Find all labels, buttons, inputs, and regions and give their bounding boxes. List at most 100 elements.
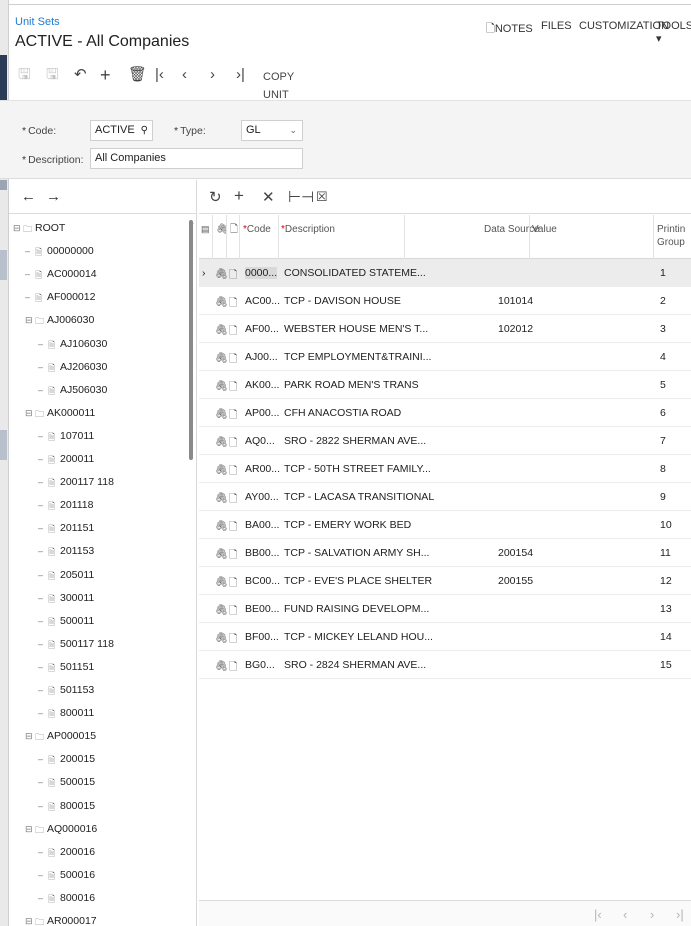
- printing-group-cell[interactable]: 8: [660, 463, 666, 475]
- attachment-icon[interactable]: 🖇: [215, 295, 228, 308]
- tree-node[interactable]: – 🗎 201153: [38, 543, 94, 559]
- attachment-icon[interactable]: 🖇: [215, 379, 228, 392]
- tree-node[interactable]: – 🗎 AJ106030: [38, 336, 107, 352]
- description-column-header[interactable]: *Description: [281, 223, 335, 236]
- attachment-icon[interactable]: 🖇: [215, 323, 228, 336]
- table-row[interactable]: › 🖇 🗋 0000... CONSOLIDATED STATEME... 1: [199, 259, 691, 287]
- code-cell[interactable]: BB00...: [245, 547, 279, 559]
- table-row[interactable]: 🖇 🗋 AF00... WEBSTER HOUSE MEN'S T... 102012 3: [199, 315, 691, 343]
- expand-toggle-icon[interactable]: ⊟: [25, 913, 35, 926]
- code-field[interactable]: ACTIVE ⚲: [90, 120, 153, 141]
- tree-node[interactable]: – 🗎 800015: [38, 798, 95, 814]
- description-cell[interactable]: SRO - 2824 SHERMAN AVE...: [284, 659, 426, 671]
- tree-node[interactable]: – 🗎 200117 118: [38, 474, 114, 490]
- attachment-icon[interactable]: 🖇: [215, 435, 228, 448]
- description-cell[interactable]: FUND RAISING DEVELOPM...: [284, 603, 429, 615]
- attachment-icon[interactable]: 🖇: [215, 407, 228, 420]
- description-cell[interactable]: TCP - LACASA TRANSITIONAL: [284, 491, 434, 503]
- attachment-icon[interactable]: 🖇: [215, 631, 228, 644]
- tree-node[interactable]: – 🗎 300011: [38, 590, 94, 606]
- description-cell[interactable]: CONSOLIDATED STATEME...: [284, 267, 426, 279]
- page-last-icon[interactable]: ›|: [676, 907, 684, 922]
- table-row[interactable]: 🖇 🗋 BG0... SRO - 2824 SHERMAN AVE... 15: [199, 651, 691, 679]
- table-row[interactable]: 🖇 🗋 AR00... TCP - 50TH STREET FAMILY... 8: [199, 455, 691, 483]
- tree-node[interactable]: – 🗎 205011: [38, 567, 94, 583]
- attachment-icon[interactable]: 🖇: [215, 463, 228, 476]
- tools-button[interactable]: TOOLS ▾: [656, 20, 691, 45]
- data-source-cell[interactable]: 200154: [498, 547, 533, 559]
- code-cell[interactable]: AF00...: [245, 323, 279, 335]
- code-cell[interactable]: AQ0...: [245, 435, 275, 447]
- printing-group-cell[interactable]: 11: [660, 547, 671, 559]
- description-cell[interactable]: WEBSTER HOUSE MEN'S T...: [284, 323, 428, 335]
- table-row[interactable]: 🖇 🗋 AK00... PARK ROAD MEN'S TRANS 5: [199, 371, 691, 399]
- delete-icon[interactable]: 🗑: [128, 66, 147, 84]
- code-cell[interactable]: AJ00...: [245, 351, 278, 363]
- printing-group-cell[interactable]: 9: [660, 491, 666, 503]
- page-next-icon[interactable]: ›: [650, 907, 654, 922]
- table-row[interactable]: 🖇 🗋 BE00... FUND RAISING DEVELOPM... 13: [199, 595, 691, 623]
- description-cell[interactable]: TCP - EVE'S PLACE SHELTER: [284, 575, 432, 587]
- tree-node[interactable]: ⊟ 🗀 AK000011: [25, 405, 95, 421]
- code-column-header[interactable]: *Code: [243, 223, 271, 236]
- table-row[interactable]: 🖇 🗋 AP00... CFH ANACOSTIA ROAD 6: [199, 399, 691, 427]
- tree-node[interactable]: – 🗎 AC000014: [25, 266, 97, 282]
- table-row[interactable]: 🖇 🗋 BA00... TCP - EMERY WORK BED 10: [199, 511, 691, 539]
- tree-node[interactable]: – 🗎 200015: [38, 751, 95, 767]
- note-icon[interactable]: 🗋: [229, 631, 237, 649]
- printing-group-cell[interactable]: 15: [660, 659, 672, 671]
- note-icon[interactable]: 🗋: [229, 435, 237, 453]
- next-icon[interactable]: ›: [210, 66, 215, 84]
- breadcrumb[interactable]: Unit Sets: [15, 16, 60, 28]
- tree-node[interactable]: – 🗎 AJ206030: [38, 359, 107, 375]
- tree-node[interactable]: ⊟ 🗀 AR000017: [25, 913, 97, 926]
- printing-group-cell[interactable]: 4: [660, 351, 666, 363]
- note-icon[interactable]: 🗋: [229, 659, 237, 677]
- printing-group-cell[interactable]: 10: [660, 519, 672, 531]
- notes-button[interactable]: 🗋NOTES: [486, 20, 533, 39]
- tree-node[interactable]: – 🗎 107011: [38, 428, 94, 444]
- note-icon[interactable]: 🗋: [229, 379, 237, 397]
- tree-node[interactable]: – 🗎 AF000012: [25, 289, 95, 305]
- printing-group-cell[interactable]: 6: [660, 407, 666, 419]
- attachment-icon[interactable]: 🖇: [215, 603, 228, 616]
- code-cell[interactable]: AP00...: [245, 407, 279, 419]
- tree-node[interactable]: ⊟ 🗀 AJ006030: [25, 312, 94, 328]
- first-icon[interactable]: |‹: [155, 66, 164, 84]
- description-cell[interactable]: TCP - 50TH STREET FAMILY...: [284, 463, 431, 475]
- tree-node[interactable]: – 🗎 201118: [38, 497, 93, 513]
- expand-toggle-icon[interactable]: ⊟: [13, 220, 23, 236]
- tree-node[interactable]: – 🗎 00000000: [25, 243, 94, 259]
- data-source-cell[interactable]: 200155: [498, 575, 533, 587]
- note-icon[interactable]: 🗋: [229, 407, 237, 425]
- table-row[interactable]: 🖇 🗋 BB00... TCP - SALVATION ARMY SH... 20015…: [199, 539, 691, 567]
- description-cell[interactable]: TCP EMPLOYMENT&TRAINI...: [284, 351, 431, 363]
- code-cell[interactable]: AR00...: [245, 463, 280, 475]
- description-cell[interactable]: TCP - SALVATION ARMY SH...: [284, 547, 429, 559]
- attachment-icon[interactable]: 🖇: [215, 659, 228, 672]
- printing-group-cell[interactable]: 7: [660, 435, 666, 447]
- printing-group-cell[interactable]: 12: [660, 575, 672, 587]
- tree-node[interactable]: – 🗎 200016: [38, 844, 95, 860]
- description-cell[interactable]: TCP - EMERY WORK BED: [284, 519, 411, 531]
- page-prev-icon[interactable]: ‹: [623, 907, 627, 922]
- description-cell[interactable]: CFH ANACOSTIA ROAD: [284, 407, 401, 419]
- tree-node[interactable]: – 🗎 800011: [38, 705, 94, 721]
- tree-node[interactable]: – 🗎 501153: [38, 682, 94, 698]
- save-icon[interactable]: 🖫: [18, 66, 31, 84]
- data-source-cell[interactable]: 102012: [498, 323, 533, 335]
- save-close-icon[interactable]: 🖫: [46, 66, 59, 84]
- attachment-icon[interactable]: 🖇: [215, 547, 228, 560]
- printing-group-column-header[interactable]: Printin Group: [657, 223, 685, 249]
- code-cell[interactable]: AK00...: [245, 379, 279, 391]
- code-cell[interactable]: AY00...: [245, 491, 279, 503]
- code-cell[interactable]: BE00...: [245, 603, 279, 615]
- prev-icon[interactable]: ‹: [182, 66, 187, 84]
- printing-group-cell[interactable]: 13: [660, 603, 672, 615]
- description-cell[interactable]: PARK ROAD MEN'S TRANS: [284, 379, 419, 391]
- export-excel-icon[interactable]: ☒: [316, 189, 328, 205]
- attachment-icon[interactable]: 🖇: [215, 351, 228, 364]
- note-icon[interactable]: 🗋: [229, 547, 237, 565]
- code-cell[interactable]: BG0...: [245, 659, 275, 671]
- tree-node[interactable]: – 🗎 501151: [38, 659, 94, 675]
